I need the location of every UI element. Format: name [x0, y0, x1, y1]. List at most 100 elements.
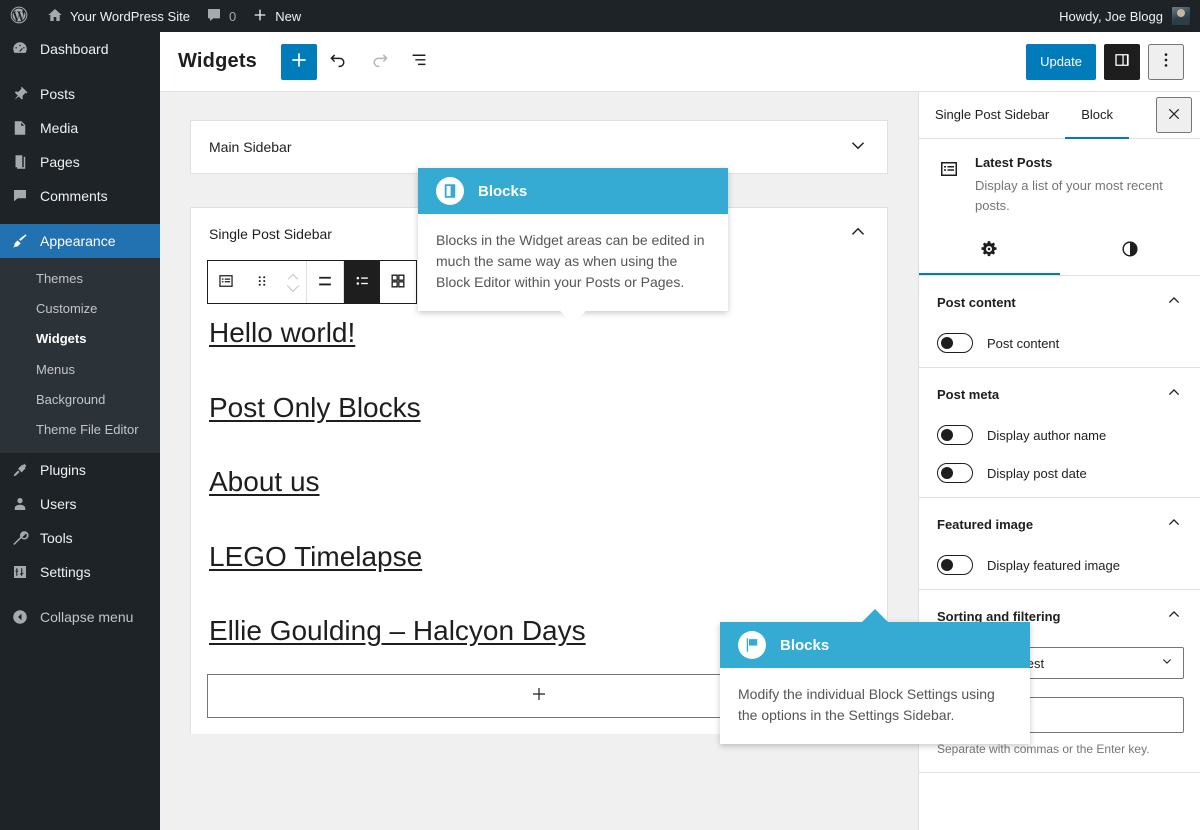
sidebar-item-tools[interactable]: Tools — [0, 521, 160, 555]
account-menu[interactable]: Howdy, Joe Blogg — [1059, 7, 1200, 25]
grid-layout-icon — [388, 271, 408, 294]
sidebar-item-label: Pages — [40, 154, 80, 170]
toggle-row[interactable]: Display author name — [937, 425, 1184, 445]
tour-body: Modify the individual Block Settings usi… — [738, 686, 995, 723]
sidebar-item-label: Comments — [40, 188, 108, 204]
sidebar-item-comments[interactable]: Comments — [0, 179, 160, 213]
latest-posts-list-icon — [216, 271, 236, 294]
chevron-up-icon[interactable] — [1164, 512, 1184, 537]
tour-header: Blocks — [418, 168, 728, 214]
panel-header[interactable]: Post content — [937, 290, 1184, 315]
more-options-button[interactable] — [1148, 43, 1184, 80]
sidebar-item-plugins[interactable]: Plugins — [0, 453, 160, 487]
post-link[interactable]: About us — [209, 466, 320, 497]
settings-sidebar-toggle-button[interactable] — [1104, 43, 1140, 80]
tour-title: Blocks — [478, 182, 528, 200]
editor-header-toolbar: Widgets Update — [160, 32, 1200, 92]
chevron-down-small-icon[interactable] — [285, 282, 301, 293]
appearance-submenu: Themes Customize Widgets Menus Backgroun… — [0, 258, 160, 454]
toggle-post-content[interactable] — [937, 333, 973, 353]
sidebar-item-appearance[interactable]: Appearance — [0, 224, 160, 258]
block-movers[interactable] — [280, 271, 306, 293]
sidebar-item-dashboard[interactable]: Dashboard — [0, 32, 160, 66]
new-content-menu[interactable]: New — [244, 0, 309, 32]
chevron-up-icon[interactable] — [847, 221, 869, 248]
list-item: Post Only Blocks — [209, 391, 869, 425]
sidebar-item-users[interactable]: Users — [0, 487, 160, 521]
add-block-button[interactable] — [281, 43, 317, 80]
page-title: Widgets — [178, 50, 257, 72]
align-button[interactable] — [307, 261, 343, 303]
toggle-label: Display author name — [987, 427, 1107, 443]
panel-post-content: Post content Post content — [919, 276, 1200, 368]
toggle-row[interactable]: Display featured image — [937, 555, 1184, 575]
comments-count: 0 — [228, 8, 237, 24]
drag-handle-button[interactable] — [244, 261, 280, 303]
block-type-button[interactable] — [208, 261, 244, 303]
panel-post-meta: Post meta Display author name Display po… — [919, 368, 1200, 498]
post-link[interactable]: Post Only Blocks — [209, 392, 421, 423]
close-sidebar-button[interactable] — [1156, 97, 1192, 133]
close-icon — [1165, 105, 1183, 126]
site-name-menu[interactable]: Your WordPress Site — [39, 0, 198, 32]
tab-block[interactable]: Block — [1065, 92, 1129, 139]
sidebar-subtabs — [919, 227, 1200, 276]
collapse-menu-button[interactable]: Collapse menu — [0, 600, 160, 634]
tour-header: Blocks — [720, 622, 1030, 668]
tab-settings[interactable] — [919, 227, 1060, 275]
list-view-button[interactable] — [401, 44, 437, 80]
chevron-down-icon[interactable] — [847, 134, 869, 161]
toggle-display-author-name[interactable] — [937, 425, 973, 445]
undo-button[interactable] — [321, 44, 357, 80]
submenu-item-theme-file-editor[interactable]: Theme File Editor — [0, 415, 160, 445]
sidebar-item-settings[interactable]: Settings — [0, 555, 160, 589]
chevron-up-icon[interactable] — [1164, 604, 1184, 629]
sidebar-item-label: Appearance — [40, 233, 116, 249]
tour-tooltip-blocks-settings: Blocks Modify the individual Block Setti… — [720, 609, 1030, 744]
list-item: Hello world! — [209, 316, 869, 350]
submenu-item-widgets[interactable]: Widgets — [0, 324, 160, 354]
toggle-display-featured-image[interactable] — [937, 555, 973, 575]
toggle-row[interactable]: Display post date — [937, 463, 1184, 483]
chevron-up-icon[interactable] — [1164, 290, 1184, 315]
widget-area-header[interactable]: Main Sidebar — [191, 121, 887, 173]
wordpress-logo-button[interactable] — [0, 0, 39, 32]
grid-layout-button[interactable] — [380, 261, 416, 303]
sidebar-item-posts[interactable]: Posts — [0, 77, 160, 111]
submenu-item-customize[interactable]: Customize — [0, 294, 160, 324]
list-item: About us — [209, 465, 869, 499]
tour-arrow-up-icon — [862, 609, 888, 622]
latest-posts-list: Hello world! Post Only Blocks About us L… — [207, 312, 871, 648]
chevron-up-small-icon[interactable] — [285, 271, 301, 282]
widget-area-title: Single Post Sidebar — [209, 226, 332, 242]
contrast-styles-icon — [1120, 239, 1140, 262]
tab-styles[interactable] — [1060, 227, 1200, 275]
toggle-display-post-date[interactable] — [937, 463, 973, 483]
post-link[interactable]: Ellie Goulding – Halcyon Days — [209, 615, 586, 646]
pages-icon — [10, 152, 30, 172]
plus-icon — [252, 7, 268, 26]
sidebar-item-media[interactable]: Media — [0, 111, 160, 145]
update-button[interactable]: Update — [1026, 43, 1096, 80]
undo-arrow-icon — [328, 49, 350, 74]
pin-icon — [10, 84, 30, 104]
block-toolbar — [207, 260, 417, 304]
redo-button[interactable] — [361, 44, 397, 80]
appearance-brush-icon — [10, 231, 30, 251]
comment-bubble-icon — [206, 7, 222, 26]
toggle-row[interactable]: Post content — [937, 333, 1184, 353]
list-layout-button[interactable] — [344, 261, 380, 303]
submenu-item-themes[interactable]: Themes — [0, 264, 160, 294]
comments-menu[interactable]: 0 — [198, 0, 244, 32]
tab-single-post-sidebar[interactable]: Single Post Sidebar — [919, 92, 1065, 139]
sidebar-item-pages[interactable]: Pages — [0, 145, 160, 179]
post-link[interactable]: Hello world! — [209, 317, 355, 348]
chevron-up-icon[interactable] — [1164, 382, 1184, 407]
admin-sidebar-menu: Dashboard Posts Media Pages Comments App… — [0, 32, 160, 830]
post-link[interactable]: LEGO Timelapse — [209, 541, 422, 572]
submenu-item-menus[interactable]: Menus — [0, 355, 160, 385]
sidebar-item-label: Users — [40, 496, 77, 513]
submenu-item-background[interactable]: Background — [0, 385, 160, 415]
panel-header[interactable]: Post meta — [937, 382, 1184, 407]
panel-header[interactable]: Featured image — [937, 512, 1184, 537]
